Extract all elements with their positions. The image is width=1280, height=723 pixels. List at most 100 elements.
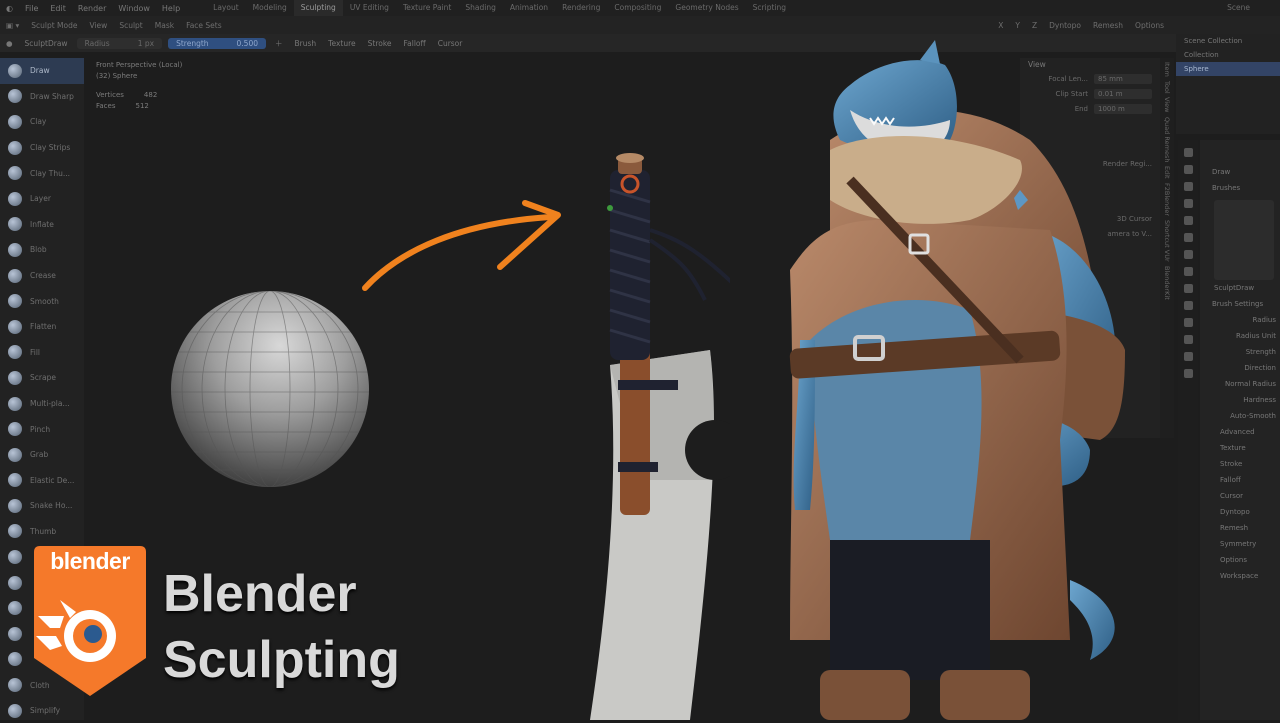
brush-subpanel[interactable]: Stroke [1200, 456, 1280, 472]
blender-menu-icon[interactable]: ◐ [0, 4, 19, 13]
brushes-section[interactable]: Brushes [1200, 180, 1280, 196]
tab-compositing[interactable]: Compositing [607, 0, 668, 16]
particles-tab-icon[interactable] [1183, 284, 1193, 293]
scene-selector[interactable]: Scene [1227, 0, 1250, 16]
menu-sculpt[interactable]: Sculpt [113, 21, 148, 30]
axis-x-toggle[interactable]: X [992, 21, 1009, 30]
brush-subpanel[interactable]: Texture [1200, 440, 1280, 456]
sidebar-tab[interactable]: Item [1160, 62, 1171, 77]
physics-tab-icon[interactable] [1183, 301, 1193, 310]
tool-item[interactable]: Clay Strips [0, 135, 84, 161]
tool-item[interactable]: Thumb [0, 519, 84, 545]
tool-item[interactable]: Draw [0, 58, 84, 84]
view-layer-tab-icon[interactable] [1183, 199, 1193, 208]
brush-datablock-name[interactable]: SculptDraw [1200, 280, 1280, 296]
scene-tab-icon[interactable] [1183, 216, 1193, 225]
brush-setting-row[interactable]: Radius Unit [1200, 328, 1280, 344]
brush-setting-row[interactable]: Radius [1200, 312, 1280, 328]
tool-item[interactable]: Fill [0, 340, 84, 366]
tool-item[interactable]: Clay [0, 109, 84, 135]
object-tab-icon[interactable] [1183, 250, 1193, 259]
tab-modeling[interactable]: Modeling [246, 0, 294, 16]
add-icon[interactable]: ＋ [269, 38, 289, 49]
menu-view[interactable]: View [84, 21, 114, 30]
tab-sculpting[interactable]: Sculpting [293, 0, 343, 16]
brush-subpanel[interactable]: Symmetry [1200, 536, 1280, 552]
data-tab-icon[interactable] [1183, 335, 1193, 344]
brush-preview-thumbnail[interactable] [1214, 200, 1274, 280]
axis-y-toggle[interactable]: Y [1009, 21, 1026, 30]
tab-animation[interactable]: Animation [503, 0, 555, 16]
brush-setting-row[interactable]: Direction [1200, 360, 1280, 376]
tab-texture-paint[interactable]: Texture Paint [396, 0, 458, 16]
strength-field[interactable]: Strength 0.500 [168, 37, 267, 49]
menu-file[interactable]: File [19, 4, 44, 13]
menu-help[interactable]: Help [156, 4, 186, 13]
menu-render[interactable]: Render [72, 4, 112, 13]
tool-item[interactable]: Draw Sharp [0, 84, 84, 110]
material-tab-icon[interactable] [1183, 352, 1193, 361]
tool-item[interactable]: Multi-pla... [0, 391, 84, 417]
menu-texture[interactable]: Texture [322, 39, 361, 48]
outliner-scene-collection[interactable]: Scene Collection [1176, 34, 1280, 48]
menu-cursor[interactable]: Cursor [432, 39, 469, 48]
tab-scripting[interactable]: Scripting [746, 0, 793, 16]
tab-layout[interactable]: Layout [206, 0, 246, 16]
tool-item[interactable]: Crease [0, 263, 84, 289]
sidebar-tab[interactable]: View [1160, 97, 1171, 112]
sidebar-tab[interactable]: Tool [1160, 81, 1171, 94]
tool-item[interactable]: Smooth [0, 288, 84, 314]
sidebar-tab[interactable]: Edit [1160, 166, 1171, 179]
brush-subpanel[interactable]: Workspace [1200, 568, 1280, 584]
tool-item[interactable]: Simplify [0, 698, 84, 723]
menu-face-sets[interactable]: Face Sets [180, 21, 228, 30]
dyntopo-menu[interactable]: Dyntopo [1043, 21, 1087, 30]
brush-subpanel[interactable]: Falloff [1200, 472, 1280, 488]
tool-item[interactable]: Pinch [0, 416, 84, 442]
tool-item[interactable]: Layer [0, 186, 84, 212]
brush-subpanel[interactable]: Remesh [1200, 520, 1280, 536]
tool-item[interactable]: Elastic De... [0, 468, 84, 494]
tool-item[interactable]: Inflate [0, 212, 84, 238]
texture-tab-icon[interactable] [1183, 369, 1193, 378]
render-tab-icon[interactable] [1183, 165, 1193, 174]
output-tab-icon[interactable] [1183, 182, 1193, 191]
tab-rendering[interactable]: Rendering [555, 0, 607, 16]
menu-falloff[interactable]: Falloff [398, 39, 432, 48]
axis-z-toggle[interactable]: Z [1026, 21, 1043, 30]
brush-subpanel[interactable]: Options [1200, 552, 1280, 568]
brush-setting-row[interactable]: Normal Radius [1200, 376, 1280, 392]
brush-name-field[interactable]: SculptDraw [19, 39, 74, 48]
menu-window[interactable]: Window [112, 4, 156, 13]
radius-field[interactable]: Radius 1 px [76, 37, 163, 49]
tool-item[interactable]: Flatten [0, 314, 84, 340]
editor-type-icon[interactable]: ▣ ▾ [0, 21, 25, 30]
brush-subpanel[interactable]: Dyntopo [1200, 504, 1280, 520]
menu-brush[interactable]: Brush [289, 39, 323, 48]
brush-settings-title[interactable]: Brush Settings [1200, 296, 1280, 312]
brush-setting-row[interactable]: Auto-Smooth [1200, 408, 1280, 424]
active-brush-name[interactable]: Draw [1200, 164, 1280, 180]
outliner-collection[interactable]: Collection [1176, 48, 1280, 62]
sidebar-tab[interactable]: F2Blender [1160, 183, 1171, 216]
sidebar-tab[interactable]: Shortcut VUr [1160, 220, 1171, 262]
tool-item[interactable]: Snake Ho... [0, 493, 84, 519]
brush-subpanel[interactable]: Cursor [1200, 488, 1280, 504]
tool-item[interactable]: Scrape [0, 365, 84, 391]
modifier-tab-icon[interactable] [1183, 267, 1193, 276]
menu-stroke[interactable]: Stroke [362, 39, 398, 48]
remesh-menu[interactable]: Remesh [1087, 21, 1129, 30]
tab-shading[interactable]: Shading [458, 0, 502, 16]
tab-uv-editing[interactable]: UV Editing [343, 0, 396, 16]
tool-item[interactable]: Grab [0, 442, 84, 468]
brush-setting-row[interactable]: Strength [1200, 344, 1280, 360]
menu-mask[interactable]: Mask [149, 21, 180, 30]
menu-edit[interactable]: Edit [44, 4, 72, 13]
tool-item[interactable]: Blob [0, 237, 84, 263]
brush-setting-row[interactable]: Hardness [1200, 392, 1280, 408]
tab-geometry-nodes[interactable]: Geometry Nodes [668, 0, 745, 16]
tool-tab-icon[interactable] [1183, 148, 1193, 157]
world-tab-icon[interactable] [1183, 233, 1193, 242]
sidebar-tab[interactable]: BlenderKit [1160, 266, 1171, 300]
mode-selector[interactable]: Sculpt Mode [25, 21, 83, 30]
